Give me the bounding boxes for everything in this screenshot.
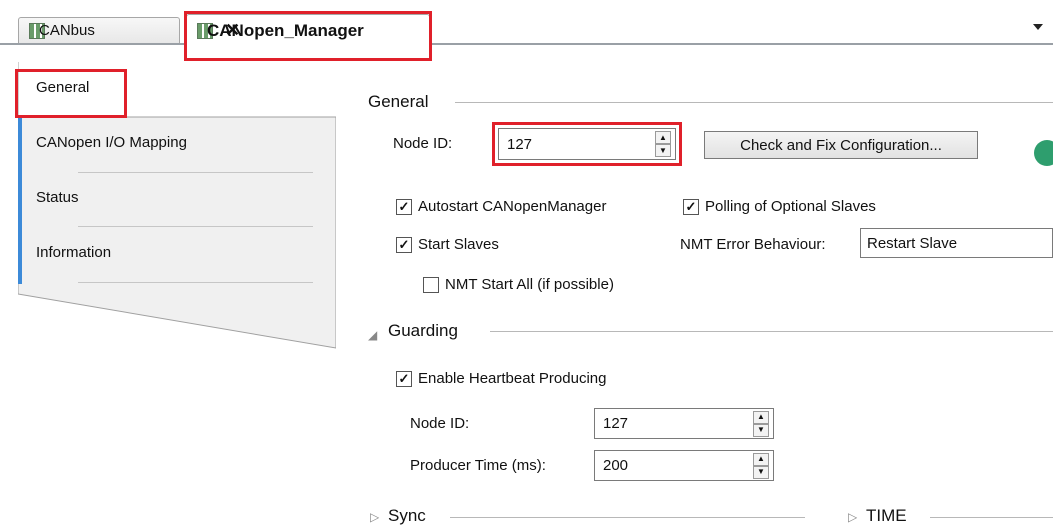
time-section-rule [930,517,1053,518]
enable-heartbeat-checkbox[interactable]: ✓ Enable Heartbeat Producing [396,370,606,387]
polling-label: Polling of Optional Slaves [705,198,876,215]
check-icon: ✓ [396,236,412,253]
producer-time-spinner[interactable]: 200 ▲ ▼ [594,450,774,481]
guarding-node-id-spinner[interactable]: 127 ▲ ▼ [594,408,774,439]
guarding-node-id-value: 127 [603,415,629,432]
collapse-triangle-icon[interactable]: ◢ [368,328,377,342]
nav-item-io-mapping[interactable]: CANopen I/O Mapping [36,134,187,151]
heartbeat-label: Enable Heartbeat Producing [418,370,607,387]
nmt-error-behaviour-label: NMT Error Behaviour: [680,236,826,253]
node-id-label: Node ID: [393,135,453,152]
nav-item-information[interactable]: Information [36,244,111,261]
highlight-box-general [15,69,127,118]
check-icon: ✓ [396,198,412,215]
tab-list-dropdown-icon[interactable] [1033,24,1043,30]
producer-time-value: 200 [603,457,629,474]
check-fix-configuration-button[interactable]: Check and Fix Configuration... [704,131,978,159]
status-circle-icon [1034,140,1053,166]
nav-separator [78,282,313,283]
autostart-label: Autostart CANopenManager [418,198,607,215]
highlight-box-tab [184,11,432,61]
nmt-start-all-label: NMT Start All (if possible) [445,276,614,293]
nav-item-status[interactable]: Status [36,189,79,206]
nmt-error-behaviour-select[interactable]: Restart Slave [860,228,1053,258]
spin-up-icon[interactable]: ▲ [753,452,769,466]
expand-triangle-icon[interactable]: ▷ [848,510,857,524]
guarding-node-id-label: Node ID: [410,415,470,432]
general-section-rule [455,102,1053,103]
autostart-checkbox[interactable]: ✓ Autostart CANopenManager [396,198,606,215]
check-icon: ✓ [396,370,412,387]
nav-separator [78,172,313,173]
spin-up-icon[interactable]: ▲ [753,410,769,424]
start-slaves-label: Start Slaves [418,236,499,253]
producer-time-label: Producer Time (ms): [410,457,546,474]
guarding-section-rule [490,331,1053,332]
highlight-box-node-id [492,122,682,166]
tab-label: CANbus [39,22,95,39]
editor-tab-strip: CANbus CANopen_Manager ✕ [0,0,1053,62]
expand-triangle-icon[interactable]: ▷ [370,510,379,524]
sync-section-title: Sync [388,506,426,525]
sync-section-rule [450,517,805,518]
general-section-title: General [368,92,429,111]
checkbox-empty-icon [423,276,439,293]
start-slaves-checkbox[interactable]: ✓ Start Slaves [396,236,499,253]
tab-canbus[interactable]: CANbus [18,17,180,43]
spin-down-icon[interactable]: ▼ [753,423,769,437]
spin-down-icon[interactable]: ▼ [753,465,769,479]
tab-strip-baseline [0,43,1053,45]
polling-optional-slaves-checkbox[interactable]: ✓ Polling of Optional Slaves [683,198,876,215]
check-icon: ✓ [683,198,699,215]
nmt-start-all-checkbox[interactable]: NMT Start All (if possible) [423,276,614,293]
time-section-title: TIME [866,506,907,525]
guarding-section-title: Guarding [388,321,458,340]
nav-separator [78,226,313,227]
